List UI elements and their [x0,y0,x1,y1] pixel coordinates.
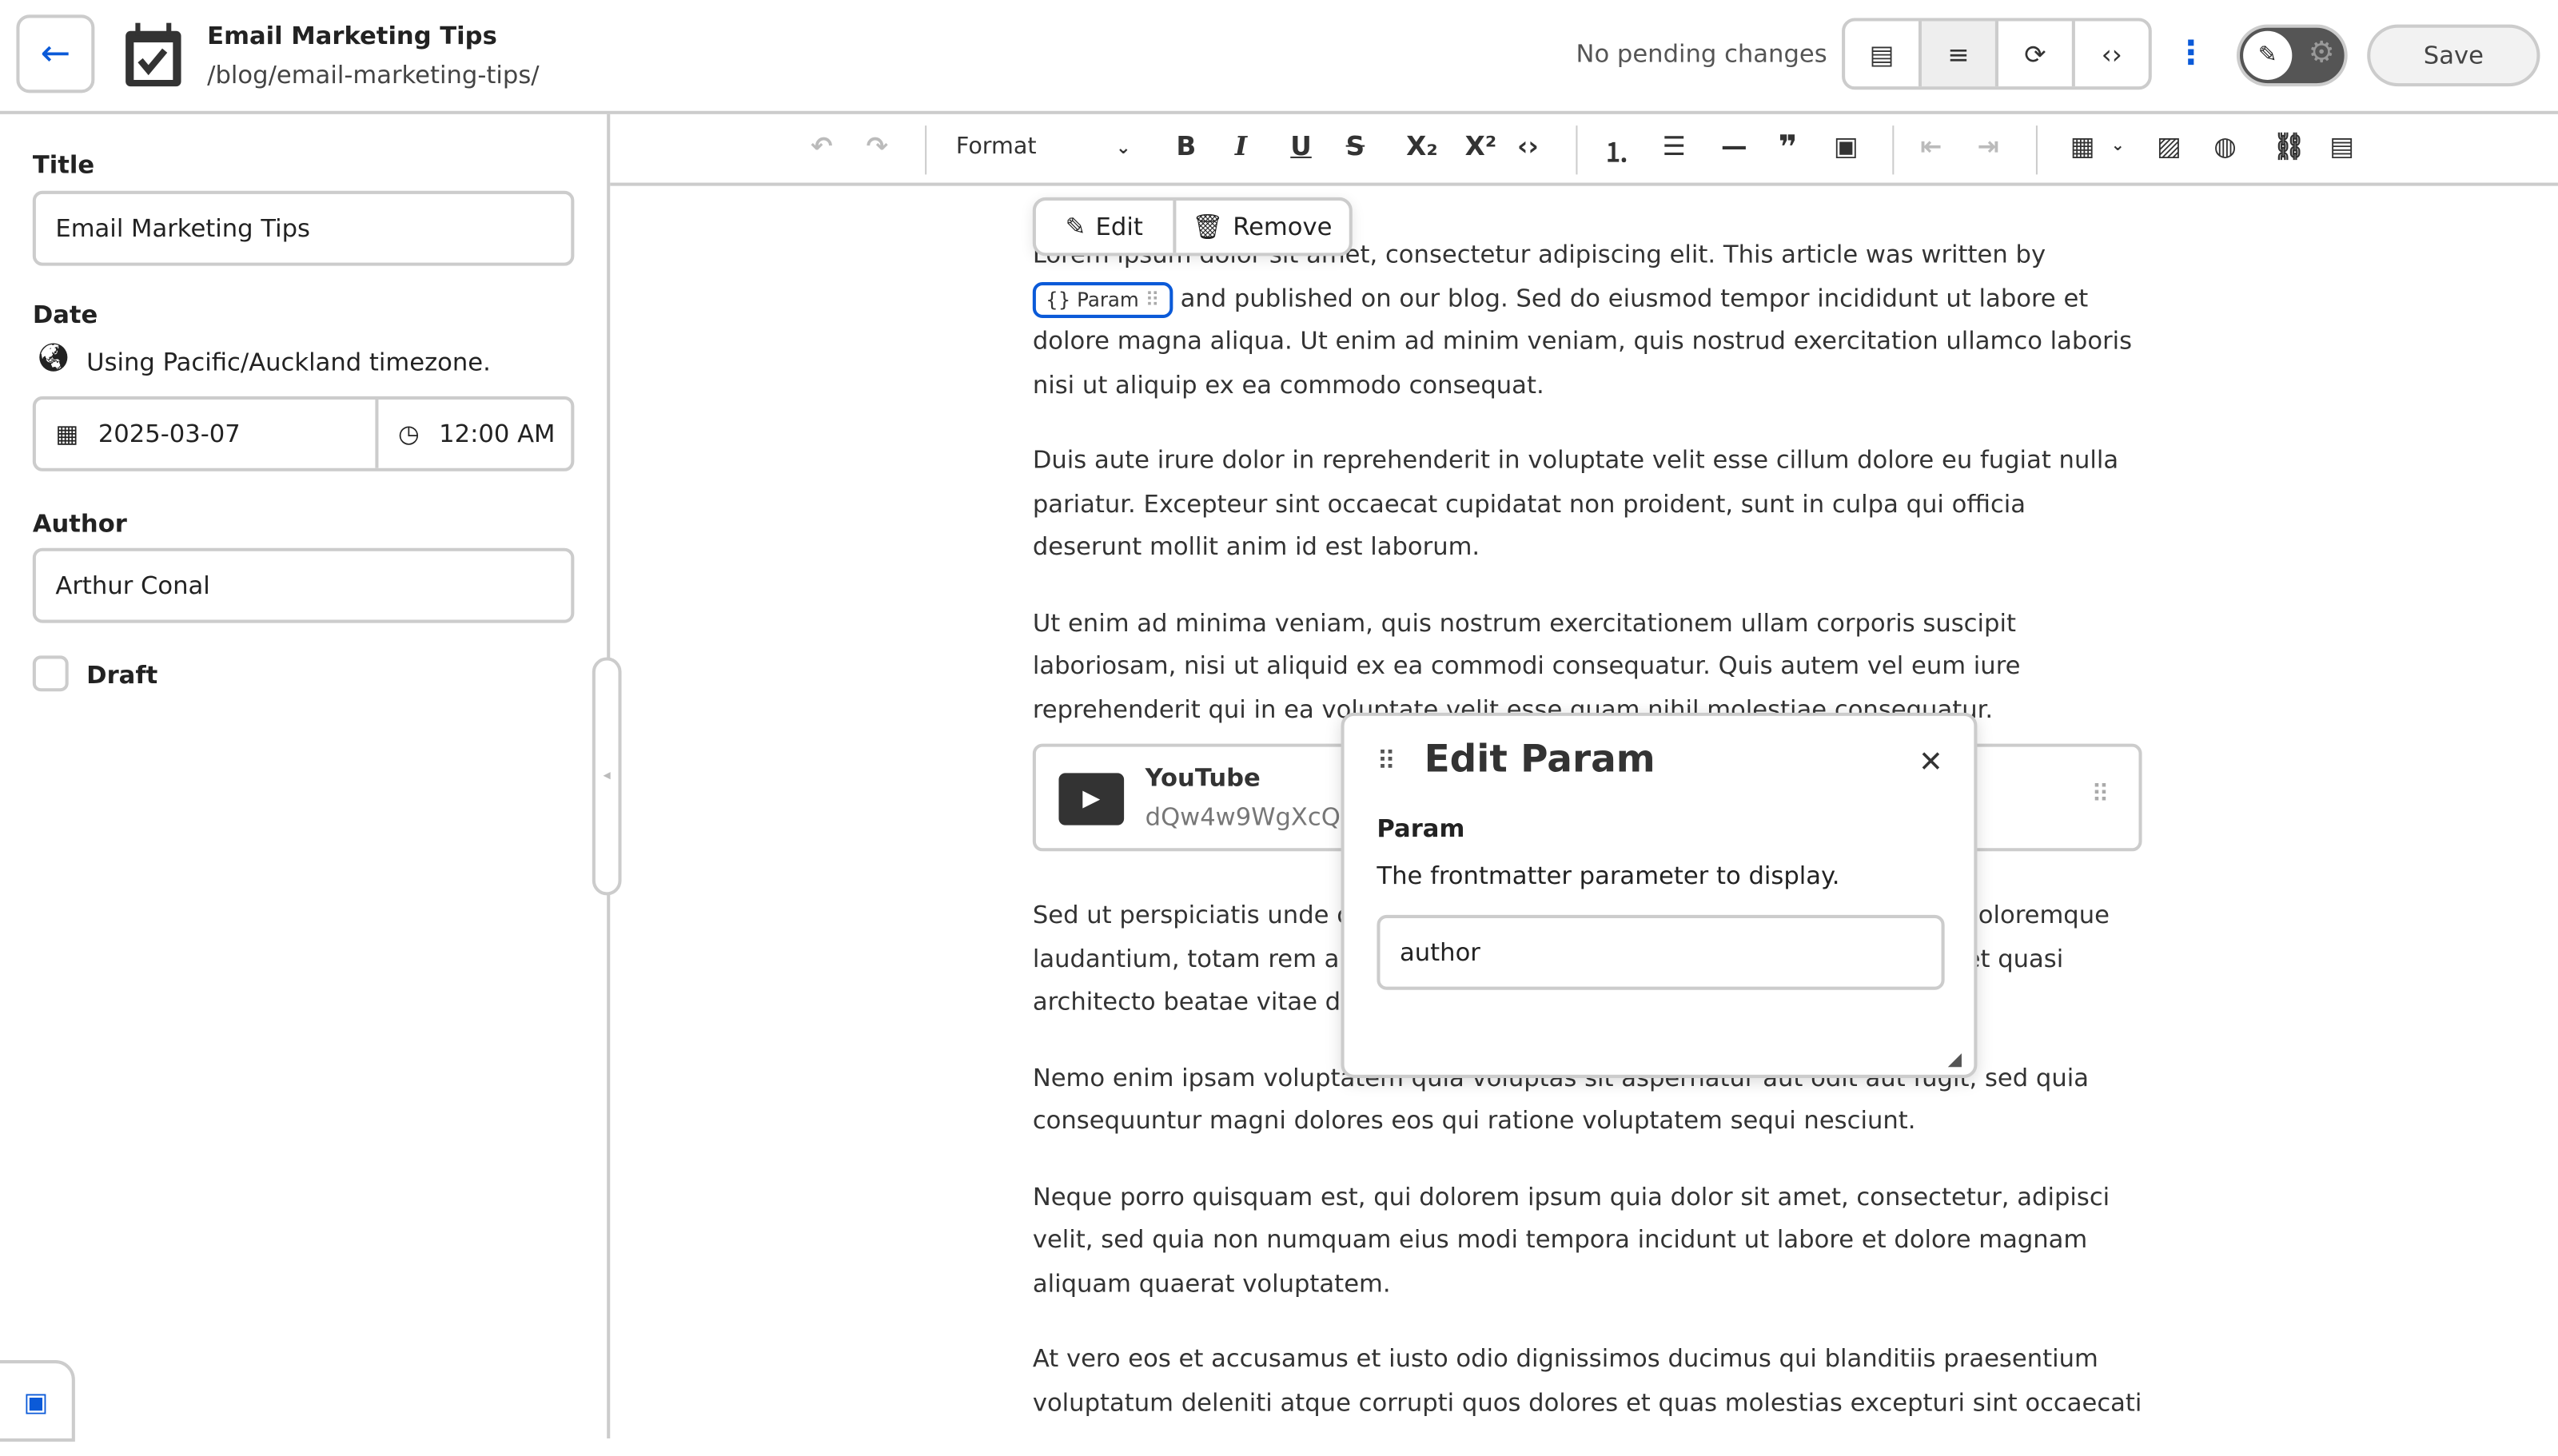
table-chevron-icon[interactable]: ⌄ [2111,137,2125,154]
author-input[interactable]: Arthur Conal [33,548,575,623]
drag-handle-icon[interactable]: ⠿ [1377,746,1396,777]
superscript-icon[interactable]: X² [1465,130,1496,161]
draft-label: Draft [86,661,157,690]
dialog-title: Edit Param [1424,738,1656,781]
back-button[interactable]: ← [16,14,94,93]
bullet-list-icon[interactable]: ☰ [1663,130,1686,161]
close-icon[interactable]: ✕ [1918,746,1943,780]
strikethrough-icon[interactable]: S [1346,130,1365,161]
edit-param-dialog: ⠿ Edit Param ✕ Param The frontmatter par… [1341,713,1978,1078]
more-menu-icon[interactable]: ⋮ [2174,33,2207,72]
date-label: Date [33,300,98,330]
sidebar-resize-handle[interactable]: ◂ [592,657,622,895]
time-input[interactable]: ◷ 12:00 AM [378,400,555,468]
page-title: Email Marketing Tips [207,22,497,51]
play-icon: ▶ [1058,773,1124,825]
drag-handle-icon[interactable]: ⠿ [1146,288,1160,311]
format-select[interactable]: Format [956,133,1037,160]
title-input[interactable]: Email Marketing Tips [33,191,575,266]
link-icon[interactable]: ⛓ [2273,130,2305,161]
clock-icon: ◷ [398,419,420,448]
chevron-down-icon[interactable]: ⌄ [1116,137,1131,158]
paragraph: Neque porro quisquam est, qui dolorem ip… [1033,1175,2142,1304]
outdent-icon[interactable]: ⇤ [1920,130,1942,161]
page-path: /blog/email-marketing-tips/ [207,61,539,90]
underline-icon[interactable]: U [1290,130,1312,161]
code-block-icon[interactable]: ▣ [1834,130,1859,161]
title-label: Title [33,150,94,180]
image-icon[interactable]: ▨ [2157,130,2181,161]
draft-checkbox[interactable] [33,655,69,691]
toggle-sidebar-button[interactable]: ▣ [0,1360,75,1442]
italic-icon[interactable]: I [1235,130,1247,161]
form-view-button[interactable]: ▤ [1845,22,1922,87]
table-icon[interactable]: ▦ [2070,130,2095,161]
paragraph: Duis aute irure dolor in reprehenderit i… [1033,439,2142,568]
param-chip[interactable]: {} Param ⠿ [1033,281,1173,317]
embed-title: YouTube [1146,760,1261,796]
refresh-button[interactable]: ⟳ [1998,22,2075,87]
datetime-field: ▦ 2025-03-07 ◷ 12:00 AM [33,396,575,471]
pencil-icon: ✎ [2243,31,2292,80]
paragraph: At vero eos et accusamus et iusto odio d… [1033,1337,2142,1423]
editor-toolbar: ↶ ↷ Format ⌄ B I U S X₂ X² ‹› ⒈ ☰ — ❞ ▣ … [610,114,2558,186]
globe-icon: 🌏︎ [36,343,71,376]
edit-label: Edit [1096,212,1143,241]
horizontal-rule-icon[interactable]: — [1721,130,1747,161]
param-help: The frontmatter parameter to display. [1377,861,1839,891]
view-mode-group: ▤ ≡ ⟳ ‹› [1842,18,2152,90]
param-label: Param [1377,814,1464,843]
param-input[interactable]: author [1377,915,1944,990]
subscript-icon[interactable]: X₂ [1406,130,1437,161]
code-view-button[interactable]: ‹› [2075,22,2149,87]
gear-icon: ⚙ [2309,36,2335,70]
timezone-note: Using Pacific/Auckland timezone. [86,348,491,377]
calendar-icon: ▦ [55,419,78,448]
trash-icon: 🗑︎ [1192,212,1223,241]
remove-label: Remove [1233,212,1332,241]
ordered-list-icon[interactable]: ⒈ [1604,130,1630,169]
time-value: 12:00 AM [439,419,555,448]
embed-id: dQw4w9WgXcQ [1146,799,1341,835]
sidebar-icon: ▣ [23,1386,48,1417]
paragraph-text: and published on our blog. Sed do eiusmo… [1033,283,2132,399]
document-icon[interactable]: ▤ [2329,130,2354,161]
indent-icon[interactable]: ⇥ [1977,130,1998,161]
calendar-check-icon [124,23,182,89]
date-value: 2025-03-07 [98,419,241,448]
remove-button[interactable]: 🗑︎ Remove [1176,201,1349,253]
paragraph: Lorem ipsum dolor sit amet, consectetur … [1033,233,2142,406]
header: ← Email Marketing Tips /blog/email-marke… [0,0,2558,114]
arrow-left-icon: ← [41,34,71,74]
blockquote-icon[interactable]: ❞ [1778,127,1797,166]
rich-text-view-button[interactable]: ≡ [1922,22,1998,87]
undo-icon[interactable]: ↶ [811,130,832,161]
paragraph: Ut enim ad minima veniam, quis nostrum e… [1033,601,2142,730]
pencil-icon: ✎ [1066,212,1086,241]
save-button[interactable]: Save [2367,25,2540,87]
code-icon[interactable]: ‹› [1517,130,1539,161]
status-text: No pending changes [1517,39,1827,69]
redo-icon[interactable]: ↷ [867,130,888,161]
date-input[interactable]: ▦ 2025-03-07 [36,400,379,468]
author-label: Author [33,509,127,539]
bold-icon[interactable]: B [1176,130,1196,161]
sidebar: Title Email Marketing Tips Date 🌏︎ Using… [0,114,610,1438]
braces-icon: {} [1046,288,1070,311]
drag-handle-icon[interactable]: ⠿ [2091,773,2109,816]
chip-label: Param [1077,288,1139,311]
node-bubble-menu: ✎ Edit 🗑︎ Remove [1033,197,1352,256]
globe-embed-icon[interactable]: ◍ [2213,130,2237,161]
edit-button[interactable]: ✎ Edit [1036,201,1176,253]
resize-handle-icon[interactable]: ◢ [1948,1048,1962,1070]
edit-mode-toggle[interactable]: ✎ ⚙ [2237,25,2348,87]
